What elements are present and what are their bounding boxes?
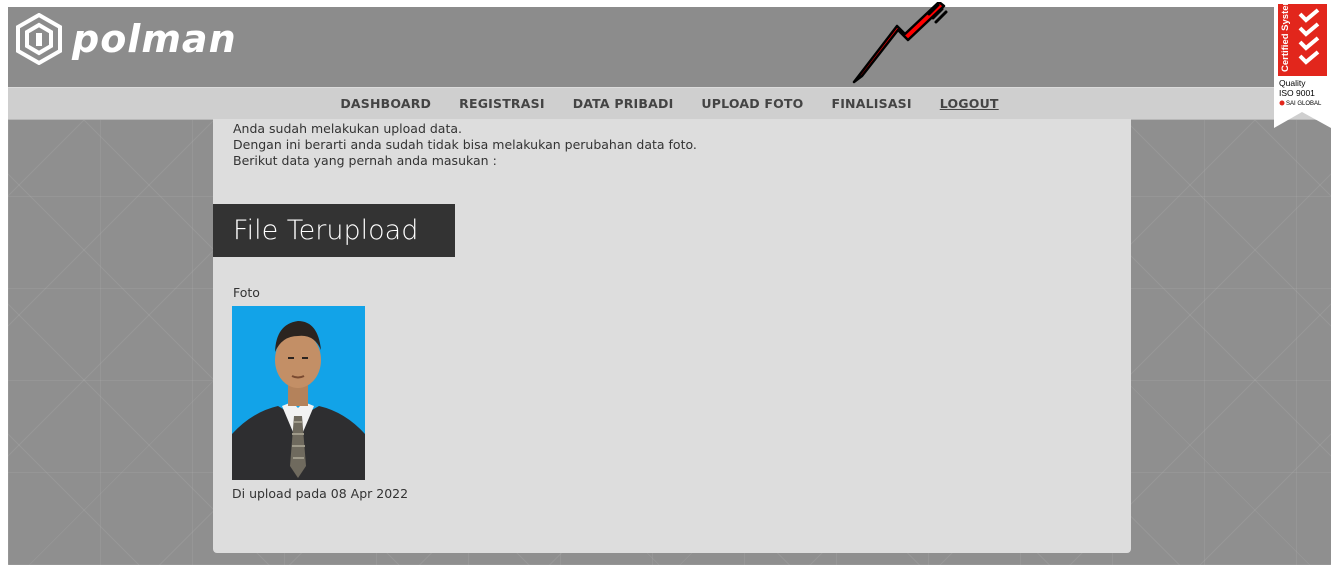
badge-iso-text: ISO 9001 — [1279, 88, 1315, 98]
message-line-2: Dengan ini berarti anda sudah tidak bisa… — [233, 137, 697, 152]
badge-certified-text: Certified System — [1280, 4, 1291, 72]
nav-dashboard[interactable]: DASHBOARD — [340, 96, 431, 111]
uploaded-photo — [232, 306, 365, 480]
content-panel: Anda sudah melakukan upload data. Dengan… — [213, 119, 1131, 553]
main-nav: DASHBOARD REGISTRASI DATA PRIBADI UPLOAD… — [8, 87, 1331, 120]
header-bar: polman — [8, 7, 1331, 87]
badge-sai-text: SAI GLOBAL — [1286, 101, 1322, 107]
upload-date: Di upload pada 08 Apr 2022 — [232, 486, 409, 501]
nav-data-pribadi[interactable]: DATA PRIBADI — [573, 96, 674, 111]
logo[interactable]: polman — [14, 13, 237, 65]
nav-registrasi[interactable]: REGISTRASI — [459, 96, 545, 111]
message-line-1: Anda sudah melakukan upload data. — [233, 121, 462, 136]
sai-dot-icon — [1279, 100, 1285, 106]
badge-quality-text: Quality — [1279, 78, 1306, 88]
page-frame: polman DASHBOARD REGISTRASI DATA PRIBADI… — [8, 7, 1331, 565]
info-message: Anda sudah melakukan upload data. Dengan… — [233, 121, 697, 169]
person-photo-icon — [232, 306, 365, 480]
logo-text: polman — [72, 17, 237, 61]
nav-finalisasi[interactable]: FINALISASI — [831, 96, 911, 111]
nav-logout[interactable]: LOGOUT — [940, 96, 999, 111]
iso-certified-badge: Certified System Quality ISO 9001 SAI GL… — [1274, 4, 1331, 128]
red-arrow-annotation — [852, 2, 948, 84]
section-title: File Terupload — [213, 204, 455, 257]
message-line-3: Berikut data yang pernah anda masukan : — [233, 153, 497, 168]
polman-emblem-icon — [16, 13, 62, 65]
foto-label: Foto — [233, 285, 260, 300]
nav-upload-foto[interactable]: UPLOAD FOTO — [701, 96, 803, 111]
